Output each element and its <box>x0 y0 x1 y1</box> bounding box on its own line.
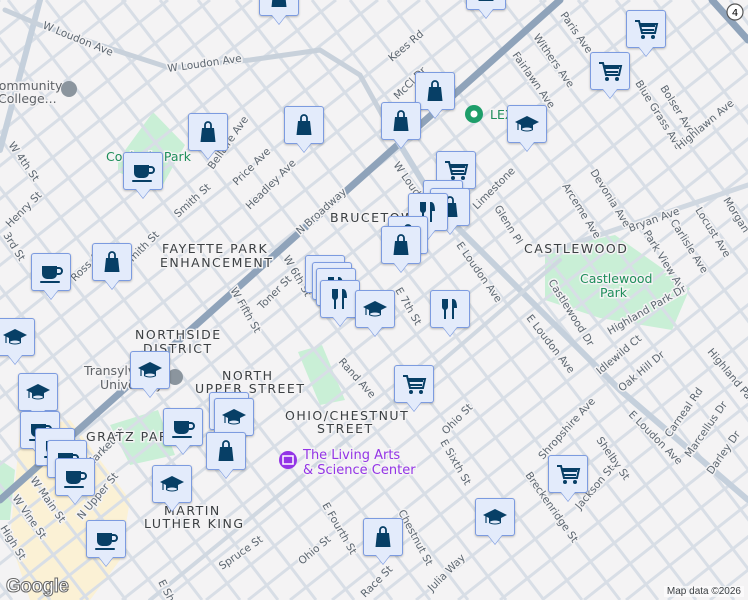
svg-text:ENHANCEMENT: ENHANCEMENT <box>160 255 273 270</box>
school-icon <box>3 329 27 345</box>
shopping-marker[interactable] <box>415 72 455 110</box>
shopping-icon <box>393 110 409 131</box>
shopping-marker[interactable] <box>381 226 421 264</box>
school-marker[interactable] <box>214 398 254 436</box>
poi-community-college[interactable]: Community College... <box>0 77 77 108</box>
school-icon <box>160 476 184 492</box>
shopping-marker[interactable] <box>363 518 403 556</box>
svg-text:The Living Arts: The Living Arts <box>302 448 400 463</box>
school-pin-icon <box>61 81 77 97</box>
school-icon <box>222 409 246 425</box>
poi-living-arts[interactable]: The Living Arts & Science Center <box>279 447 418 480</box>
grocery-icon <box>635 20 659 39</box>
cafe-icon <box>64 471 87 488</box>
school-icon <box>138 362 162 378</box>
street-label: Kees Rd <box>386 28 426 64</box>
school-icon <box>26 384 50 400</box>
shopping-marker[interactable] <box>259 0 299 16</box>
museum-icon <box>279 451 297 469</box>
shopping-icon <box>375 526 391 547</box>
shopping-icon <box>218 440 234 461</box>
school-marker[interactable] <box>152 465 192 503</box>
shopping-icon <box>271 0 287 7</box>
cafe-icon <box>95 533 118 550</box>
grocery-marker[interactable] <box>394 365 434 403</box>
shopping-icon <box>427 80 443 101</box>
svg-text:4: 4 <box>732 8 738 19</box>
street-label: Henry St <box>4 189 45 230</box>
svg-text:NORTHSIDE: NORTHSIDE <box>135 327 222 342</box>
route-shield: 4 <box>726 3 744 21</box>
shopping-icon <box>296 114 312 135</box>
cafe-icon <box>172 421 195 438</box>
grocery-icon <box>599 62 623 81</box>
shopping-icon <box>200 121 216 142</box>
svg-text:STREET: STREET <box>317 421 374 436</box>
shopping-marker[interactable] <box>188 113 228 151</box>
svg-text:CASTLEWOOD: CASTLEWOOD <box>524 241 628 256</box>
cafe-marker[interactable] <box>123 152 163 190</box>
shopping-marker[interactable] <box>284 106 324 144</box>
restaurant-marker[interactable] <box>320 280 360 318</box>
google-logo: Google <box>5 576 69 598</box>
school-marker[interactable] <box>475 498 515 536</box>
grocery-marker[interactable] <box>590 52 630 90</box>
restaurant-marker[interactable] <box>430 290 470 328</box>
cafe-icon <box>132 165 155 182</box>
svg-text:& Science Center: & Science Center <box>303 463 416 478</box>
shopping-marker[interactable] <box>466 0 506 10</box>
school-marker[interactable] <box>507 105 547 143</box>
street-label: Ohio St <box>296 533 333 567</box>
cafe-marker[interactable] <box>86 520 126 558</box>
shopping-icon <box>393 234 409 255</box>
shopping-icon <box>478 0 494 1</box>
cafe-marker[interactable] <box>55 458 95 496</box>
shopping-marker[interactable] <box>206 432 246 470</box>
school-marker[interactable] <box>355 290 395 328</box>
school-marker[interactable] <box>0 318 35 356</box>
restaurant-icon <box>332 289 347 309</box>
grocery-icon <box>403 375 427 394</box>
street-label: Morgan <box>720 195 748 235</box>
grocery-marker[interactable] <box>548 455 588 493</box>
map-attribution[interactable]: Map data ©2026 <box>663 586 744 597</box>
shopping-icon <box>104 251 120 272</box>
restaurant-icon <box>442 299 457 319</box>
cafe-icon <box>40 266 63 283</box>
school-icon <box>363 301 387 317</box>
svg-text:Park: Park <box>600 285 628 300</box>
shopping-marker[interactable] <box>92 243 132 281</box>
shopping-marker[interactable] <box>381 102 421 140</box>
street-label: Race St <box>359 563 396 600</box>
school-icon <box>483 509 507 525</box>
school-icon <box>515 116 539 132</box>
svg-text:LUTHER KING: LUTHER KING <box>144 516 245 531</box>
cafe-marker[interactable] <box>163 408 203 446</box>
svg-text:College...: College... <box>0 91 57 106</box>
svg-text:Castlewood: Castlewood <box>580 271 652 286</box>
grocery-icon <box>557 465 581 484</box>
cafe-marker[interactable] <box>31 253 71 291</box>
svg-text:FAYETTE PARK: FAYETTE PARK <box>162 241 268 256</box>
school-marker[interactable] <box>130 351 170 389</box>
school-marker[interactable] <box>18 373 58 411</box>
grocery-marker[interactable] <box>626 10 666 48</box>
